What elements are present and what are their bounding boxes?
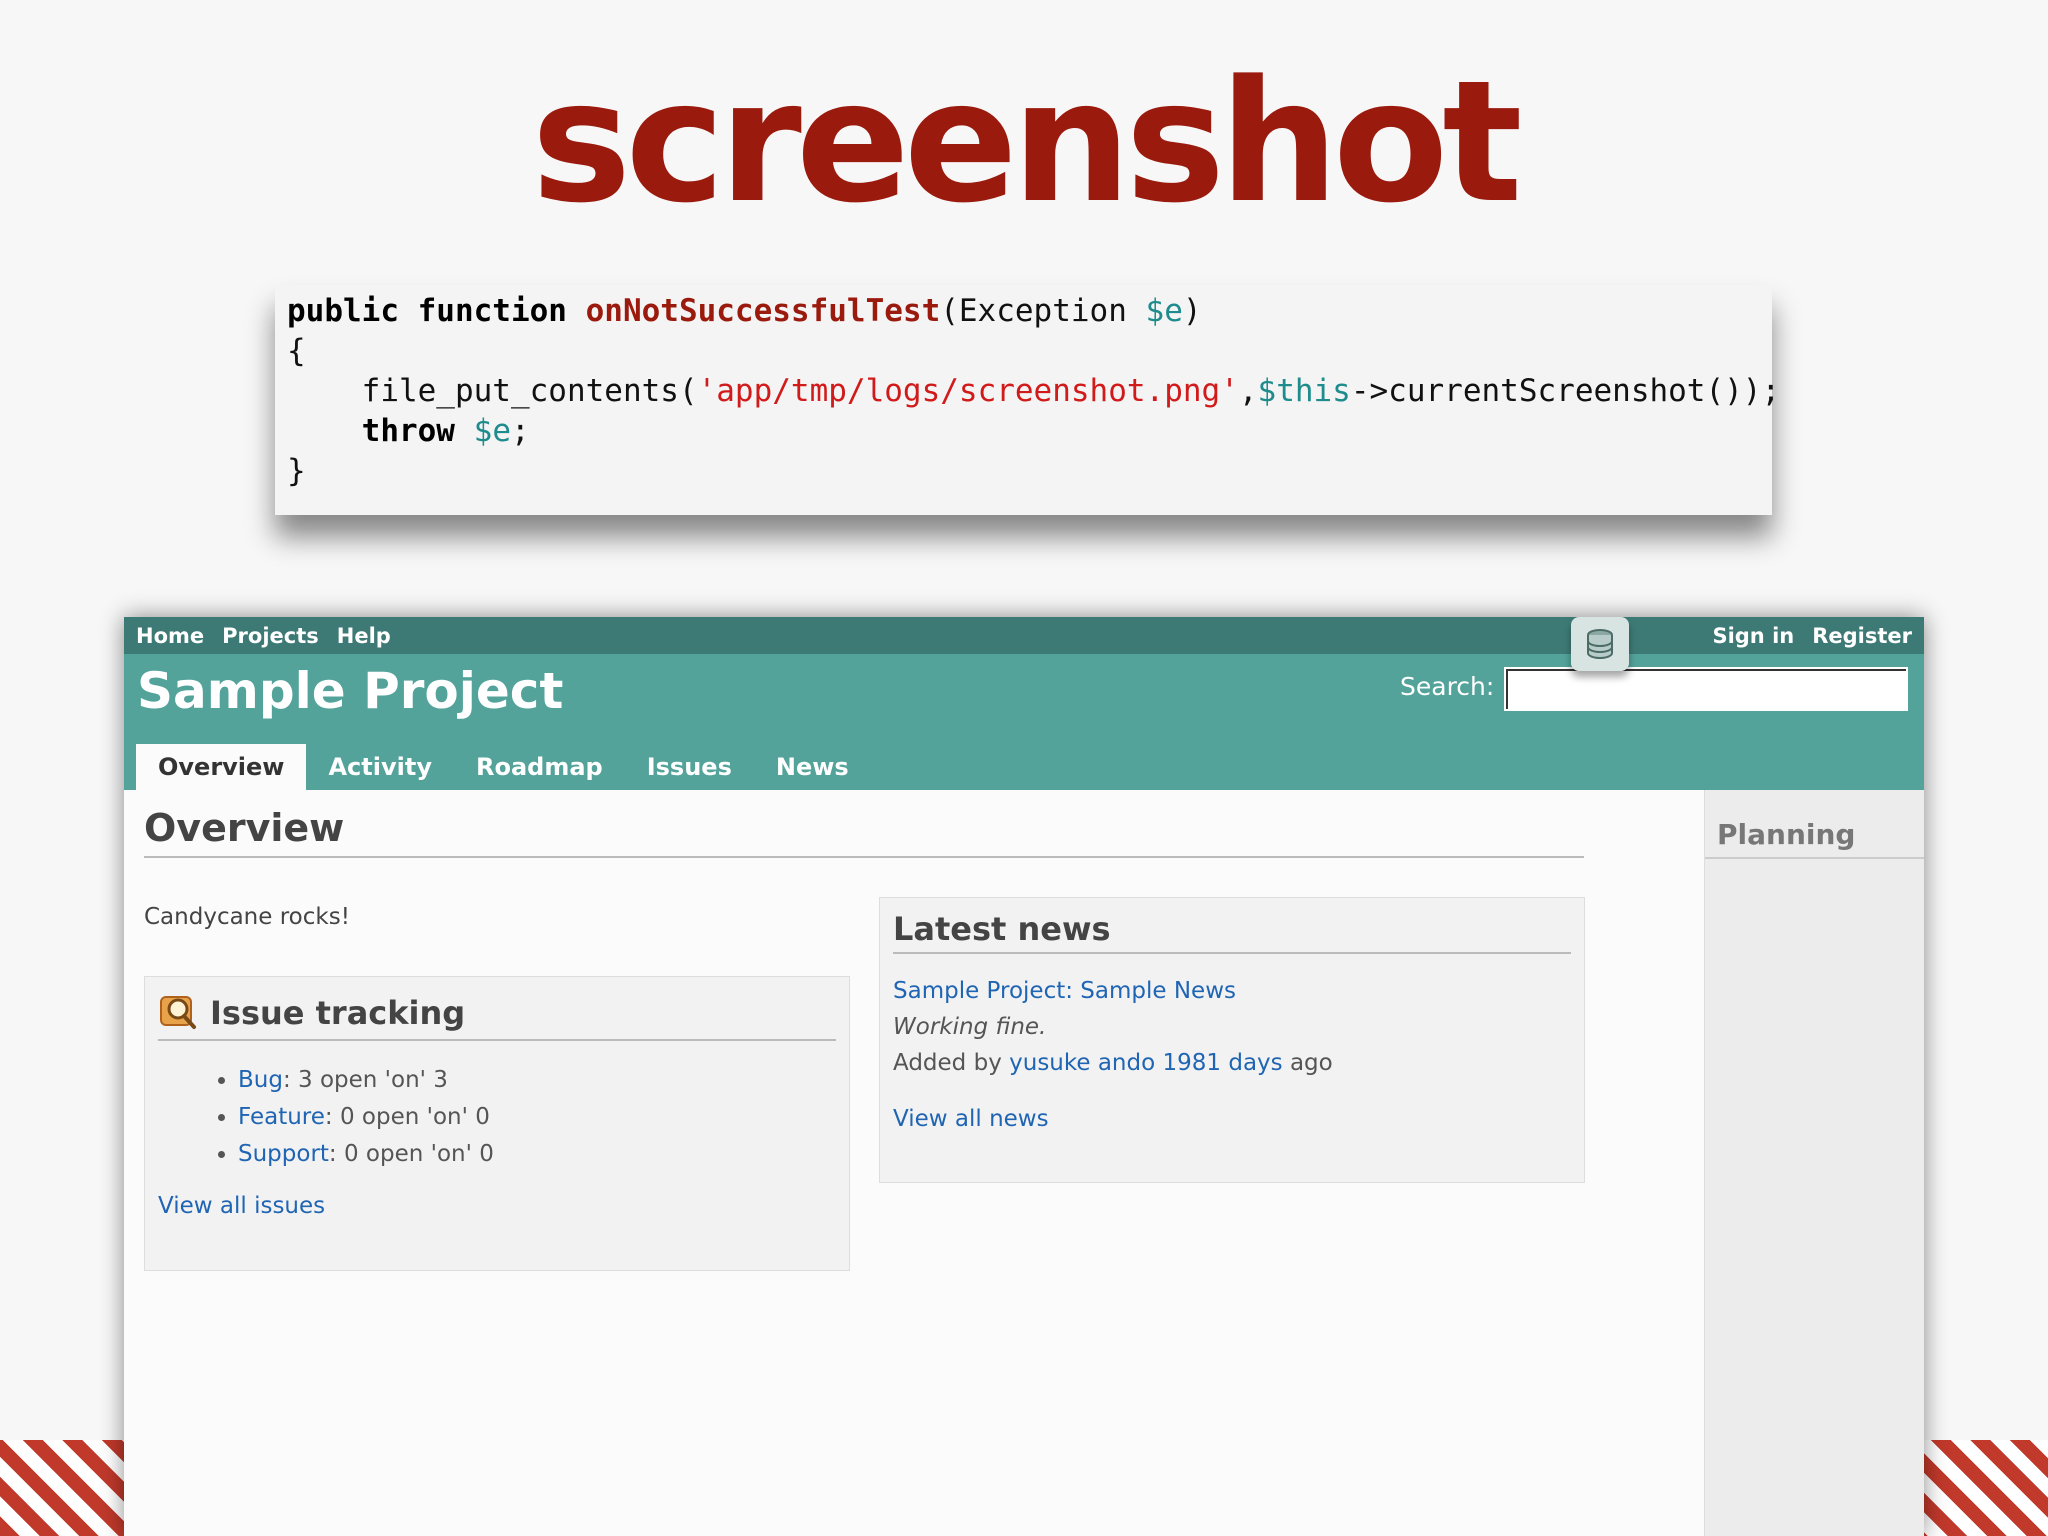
- news-item-summary: Working fine.: [893, 1014, 1047, 1040]
- top-menu-help[interactable]: Help: [337, 624, 391, 648]
- register-link[interactable]: Register: [1812, 624, 1912, 648]
- top-menu-projects[interactable]: Projects: [222, 624, 319, 648]
- slide-title: screenshot: [531, 44, 1522, 240]
- app-window: Home Projects Help Sign in Register Samp…: [124, 617, 1924, 1536]
- tab-news[interactable]: News: [754, 744, 871, 790]
- code-keyword: public function: [287, 293, 586, 329]
- code-text: ): [1182, 293, 1202, 329]
- news-author-link[interactable]: yusuke ando: [1009, 1050, 1155, 1076]
- code-line-2: {: [287, 333, 306, 369]
- tab-issues[interactable]: Issues: [625, 744, 754, 790]
- top-menu: Home Projects Help Sign in Register: [124, 617, 1924, 654]
- code-keyword: throw: [361, 413, 455, 449]
- sidebar: Planning: [1704, 790, 1924, 1536]
- code-variable: $this: [1257, 373, 1351, 409]
- code-line-1: public function onNotSuccessfulTest(Exce…: [287, 291, 1760, 331]
- added-by-label: Added by: [893, 1050, 1010, 1076]
- code-text: file_put_contents(: [361, 373, 698, 409]
- list-item: Support: 0 open 'on' 0: [238, 1141, 836, 1167]
- code-text: ,: [1238, 373, 1258, 409]
- code-text: ;: [510, 413, 530, 449]
- search-input[interactable]: [1504, 667, 1908, 711]
- database-icon-graphic: [1587, 629, 1613, 659]
- latest-news-box: Latest news Sample Project: Sample News …: [879, 897, 1585, 1183]
- code-line-5: }: [287, 453, 306, 489]
- tracker-list: Bug: 3 open 'on' 3 Feature: 0 open 'on' …: [158, 1067, 836, 1167]
- database-icon[interactable]: [1571, 617, 1629, 671]
- news-item-meta: Added by yusuke ando 1981 days ago: [893, 1050, 1571, 1076]
- tracker-count: : 3 open 'on' 3: [282, 1067, 448, 1093]
- tab-roadmap[interactable]: Roadmap: [454, 744, 625, 790]
- page-title: Overview: [144, 806, 1584, 858]
- main-tabs: Overview Activity Roadmap Issues News: [136, 744, 871, 790]
- tracker-count: : 0 open 'on' 0: [324, 1104, 490, 1130]
- news-item-link[interactable]: Sample Project: Sample News: [893, 978, 1571, 1004]
- top-menu-home[interactable]: Home: [136, 624, 204, 648]
- code-string: 'app/tmp/logs/screenshot.png': [697, 373, 1239, 409]
- search-label: Search:: [1400, 672, 1495, 701]
- decorative-stripes-right: [1908, 1440, 2048, 1536]
- sign-in-link[interactable]: Sign in: [1712, 624, 1794, 648]
- code-variable: $e: [1145, 293, 1183, 329]
- news-age-suffix: ago: [1282, 1050, 1333, 1076]
- view-all-issues-link[interactable]: View all issues: [158, 1193, 836, 1219]
- issue-tracking-box: Issue tracking Bug: 3 open 'on' 3 Featur…: [144, 976, 850, 1271]
- main-content: Overview Candycane rocks! Issue tracking…: [124, 790, 1704, 1536]
- tracker-link-bug[interactable]: Bug: [238, 1067, 283, 1093]
- code-text: ->currentScreenshot());: [1350, 373, 1781, 409]
- news-age-link[interactable]: 1981 days: [1163, 1050, 1283, 1076]
- list-item: Bug: 3 open 'on' 3: [238, 1067, 836, 1093]
- sidebar-heading-planning: Planning: [1705, 818, 1924, 859]
- project-description: Candycane rocks!: [144, 904, 350, 930]
- tab-overview[interactable]: Overview: [136, 744, 307, 790]
- project-title[interactable]: Sample Project: [137, 662, 563, 720]
- issue-tracking-title: Issue tracking: [210, 994, 466, 1032]
- project-header: Sample Project Search: Overview Activity…: [124, 654, 1924, 790]
- view-all-news-link[interactable]: View all news: [893, 1106, 1571, 1132]
- issue-tracking-heading: Issue tracking: [158, 991, 836, 1041]
- magnifier-icon: [160, 996, 196, 1029]
- code-line-4: throw $e;: [287, 411, 1760, 451]
- list-item: Feature: 0 open 'on' 0: [238, 1104, 836, 1130]
- code-text: (Exception: [940, 293, 1146, 329]
- code-line-3: file_put_contents('app/tmp/logs/screensh…: [287, 371, 1780, 411]
- tracker-count: : 0 open 'on' 0: [328, 1141, 494, 1167]
- latest-news-heading: Latest news: [893, 910, 1571, 954]
- decorative-stripes-left: [0, 1440, 140, 1536]
- code-variable: $e: [473, 413, 511, 449]
- code-snippet: public function onNotSuccessfulTest(Exce…: [275, 285, 1780, 515]
- tab-activity[interactable]: Activity: [306, 744, 454, 790]
- tracker-link-feature[interactable]: Feature: [238, 1104, 325, 1130]
- tracker-link-support[interactable]: Support: [238, 1141, 329, 1167]
- code-function-name: onNotSuccessfulTest: [585, 293, 941, 329]
